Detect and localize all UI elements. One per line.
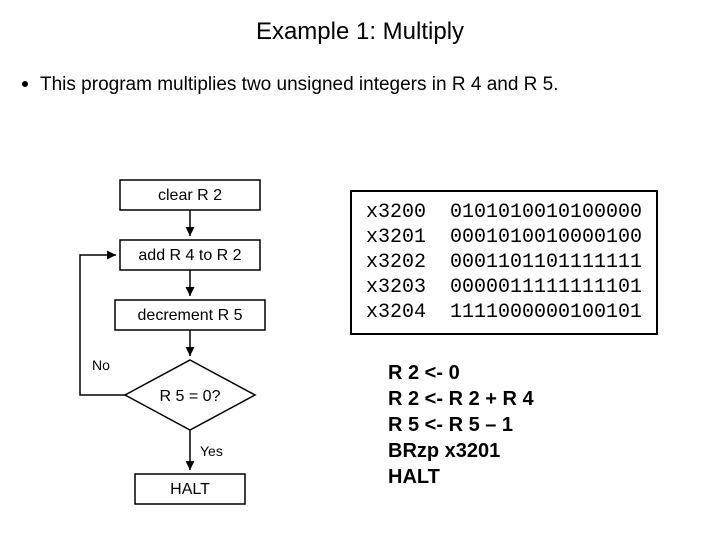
- code-row: x3201 0001010010000100: [366, 226, 642, 249]
- bullet-icon: [22, 81, 28, 87]
- asm-line: BRzp x3201: [388, 438, 534, 464]
- flow-no-label: No: [92, 357, 110, 373]
- machine-code-box: x3200 0101010010100000 x3201 00010100100…: [350, 190, 658, 335]
- description-text: This program multiplies two unsigned int…: [40, 74, 559, 95]
- flow-step-add-label: add R 4 to R 2: [138, 247, 241, 264]
- code-row: x3204 1111000000100101: [366, 301, 642, 324]
- asm-line: HALT: [388, 464, 534, 490]
- asm-line: R 2 <- R 2 + R 4: [388, 386, 534, 412]
- asm-line: R 5 <- R 5 – 1: [388, 412, 534, 438]
- assembly-listing: R 2 <- 0 R 2 <- R 2 + R 4 R 5 <- R 5 – 1…: [388, 360, 534, 490]
- flow-step-decrement-label: decrement R 5: [138, 307, 243, 324]
- flow-step-clear-label: clear R 2: [158, 187, 222, 204]
- flow-decision-label: R 5 = 0?: [160, 388, 221, 405]
- page-title: Example 1: Multiply: [0, 0, 720, 46]
- code-row: x3203 0000011111111101: [366, 276, 642, 299]
- asm-line: R 2 <- 0: [388, 360, 534, 386]
- flow-yes-label: Yes: [200, 443, 223, 459]
- code-row: x3202 0001101101111111: [366, 251, 642, 274]
- description-line: This program multiplies two unsigned int…: [0, 46, 720, 96]
- flow-halt-label: HALT: [170, 481, 210, 498]
- flowchart: clear R 2 add R 4 to R 2 decrement R 5 R…: [60, 170, 340, 530]
- code-row: x3200 0101010010100000: [366, 201, 642, 224]
